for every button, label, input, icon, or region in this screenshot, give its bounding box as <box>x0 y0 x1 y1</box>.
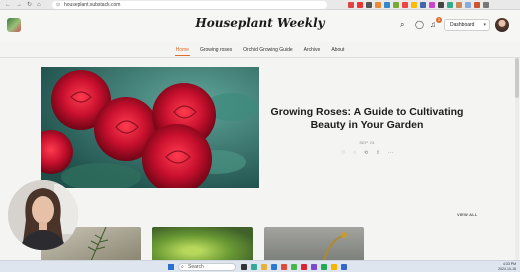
extension-icon[interactable] <box>393 2 399 8</box>
site-info-icon[interactable]: ⊙ <box>56 1 60 9</box>
more-icon[interactable]: ··· <box>388 150 393 156</box>
scrollbar-thumb[interactable] <box>515 58 519 98</box>
extension-icon[interactable] <box>438 2 444 8</box>
taskbar-app-icon[interactable] <box>281 264 287 270</box>
extension-icon[interactable] <box>429 2 435 8</box>
extension-icons <box>348 2 489 8</box>
forward-arrow-icon[interactable]: → <box>16 0 22 10</box>
dashboard-button[interactable]: Dashboard ▾ <box>444 19 490 31</box>
share-icon[interactable]: ⇧ <box>376 150 380 156</box>
taskbar-search-placeholder: Search <box>188 264 204 270</box>
search-icon[interactable]: ⌕ <box>400 20 404 30</box>
system-clock[interactable]: 4:33 PM 2024-10-15 <box>492 262 516 271</box>
extension-icon[interactable] <box>465 2 471 8</box>
tab-home[interactable]: Home <box>174 44 190 56</box>
chevron-down-icon: ▾ <box>483 22 486 28</box>
extension-icon[interactable] <box>483 2 489 8</box>
taskbar-app-icon[interactable] <box>241 264 247 270</box>
extension-icon[interactable] <box>456 2 462 8</box>
post-card-image[interactable] <box>264 227 364 261</box>
windows-start-icon[interactable] <box>168 264 174 270</box>
restack-icon[interactable]: ⟲ <box>364 150 368 156</box>
extension-icon[interactable] <box>420 2 426 8</box>
chat-icon[interactable]: ◯ <box>415 20 424 30</box>
clock-date: 2024-10-15 <box>498 266 516 271</box>
extension-icon[interactable] <box>474 2 480 8</box>
view-all-link[interactable]: VIEW ALL <box>457 212 478 217</box>
hero-post-date: SEP 24 <box>359 140 375 145</box>
divider <box>0 57 520 58</box>
taskbar-app-icon[interactable] <box>341 264 347 270</box>
extension-icon[interactable] <box>447 2 453 8</box>
taskbar-app-icon[interactable] <box>311 264 317 270</box>
taskbar-app-icon[interactable] <box>321 264 327 270</box>
taskbar-apps <box>241 264 347 270</box>
extension-icon[interactable] <box>348 2 354 8</box>
hero-post-title[interactable]: Growing Roses: A Guide to Cultivating Be… <box>266 106 468 132</box>
taskbar-app-icon[interactable] <box>301 264 307 270</box>
browser-toolbar: ← → ↻ ⌂ ⊙ houseplant.substack.com <box>0 0 520 10</box>
tab-archive[interactable]: Archive <box>303 44 322 56</box>
back-arrow-icon[interactable]: ← <box>5 0 11 10</box>
extension-icon[interactable] <box>384 2 390 8</box>
extension-icon[interactable] <box>402 2 408 8</box>
home-icon[interactable]: ⌂ <box>37 0 41 10</box>
user-avatar[interactable] <box>495 18 509 32</box>
hero-image[interactable] <box>41 67 259 188</box>
tab-about[interactable]: About <box>330 44 345 56</box>
post-actions: ♡ ◌ ⟲ ⇧ ··· <box>341 150 393 156</box>
taskbar-app-icon[interactable] <box>271 264 277 270</box>
notification-badge: 3 <box>436 17 442 23</box>
extension-icon[interactable] <box>375 2 381 8</box>
taskbar-app-icon[interactable] <box>261 264 267 270</box>
comment-icon[interactable]: ◌ <box>353 150 356 156</box>
webcam-overlay <box>8 180 78 250</box>
taskbar-app-icon[interactable] <box>291 264 297 270</box>
dashboard-label: Dashboard <box>450 22 475 28</box>
taskbar-app-icon[interactable] <box>251 264 257 270</box>
tab-orchid-growing-guide[interactable]: Orchid Growing Guide <box>242 44 293 56</box>
taskbar-app-icon[interactable] <box>331 264 337 270</box>
extension-icon[interactable] <box>366 2 372 8</box>
bell-icon[interactable]: ♫ <box>430 20 436 30</box>
url-text: houseplant.substack.com <box>64 2 121 8</box>
publication-nav: Home Growing roses Orchid Growing Guide … <box>0 44 520 56</box>
publication-title[interactable]: Houseplant Weekly <box>0 16 520 30</box>
extension-icon[interactable] <box>357 2 363 8</box>
extension-icon[interactable] <box>411 2 417 8</box>
post-card-image[interactable] <box>152 227 253 261</box>
taskbar-search[interactable]: ⌕ Search <box>178 263 236 271</box>
heart-icon[interactable]: ♡ <box>341 150 345 156</box>
reload-icon[interactable]: ↻ <box>27 0 32 10</box>
tab-growing-roses[interactable]: Growing roses <box>199 44 233 56</box>
page-scrollbar[interactable] <box>515 58 519 260</box>
search-icon: ⌕ <box>181 264 184 270</box>
address-bar[interactable]: ⊙ houseplant.substack.com <box>52 1 327 9</box>
windows-taskbar: ⌕ Search 4:33 PM 2024-10-15 <box>0 260 520 272</box>
